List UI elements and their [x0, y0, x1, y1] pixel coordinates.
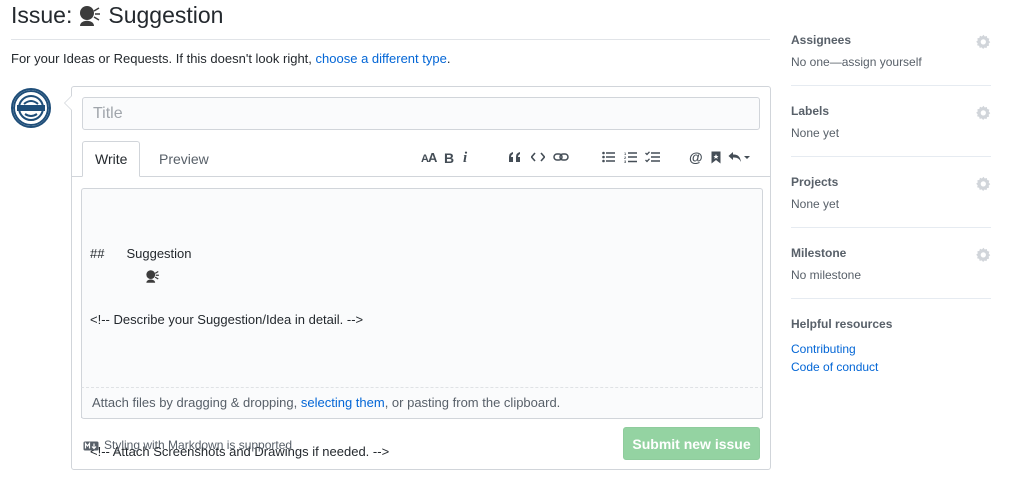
markdown-toolbar-insert [504, 146, 572, 168]
markdown-toolbar-text: AA B i [420, 146, 476, 168]
markdown-icon [83, 440, 99, 451]
svg-text:@: @ [689, 150, 703, 164]
speaking-head-emoji-icon [78, 4, 101, 28]
page-title: Issue: Suggestion [11, 2, 223, 29]
helpful-resources-heading: Helpful resources [791, 317, 893, 331]
issue-sidebar: Assignees No one—assign yourself Labels … [791, 30, 991, 406]
contributing-link[interactable]: Contributing [791, 340, 991, 358]
labels-value: None yet [791, 126, 840, 140]
reply-icon[interactable] [726, 146, 752, 168]
issue-title-input[interactable] [82, 97, 760, 130]
markdown-note-text: Styling with Markdown is supported [104, 438, 293, 452]
svg-text:A: A [428, 151, 438, 163]
attach-suffix: , or pasting from the clipboard. [384, 395, 561, 410]
avatar[interactable] [11, 88, 51, 128]
issue-body-textarea[interactable]: ## Suggestion <!-- Describe your Suggest… [81, 188, 763, 459]
markdown-toolbar-extras: @ [686, 146, 752, 168]
projects-gear-icon[interactable] [976, 176, 991, 191]
speaking-head-emoji-icon [108, 247, 159, 283]
bold-icon[interactable]: B [440, 146, 458, 168]
sidebar-projects: Projects None yet [791, 172, 991, 228]
issue-type-line: For your Ideas or Requests. If this does… [11, 51, 450, 66]
markdown-toolbar-lists: 123 [598, 146, 664, 168]
helpful-resources-links: Contributing Code of conduct [791, 340, 991, 376]
sidebar-milestone: Milestone No milestone [791, 243, 991, 299]
italic-icon[interactable]: i [458, 146, 476, 168]
title-divider [11, 39, 770, 40]
type-line-suffix: . [446, 51, 451, 66]
projects-heading: Projects [791, 175, 839, 189]
markdown-supported-note[interactable]: Styling with Markdown is supported [83, 438, 292, 452]
svg-text:3: 3 [624, 159, 627, 164]
link-icon[interactable] [550, 146, 572, 168]
quote-icon[interactable] [504, 146, 526, 168]
choose-different-type-link[interactable]: choose a different type [316, 51, 447, 66]
bullet-list-icon[interactable] [598, 146, 620, 168]
svg-text:i: i [463, 150, 468, 164]
milestone-value: No milestone [791, 268, 862, 282]
heading-text: Suggestion [126, 246, 192, 261]
projects-value: None yet [791, 197, 840, 211]
attach-files-bar[interactable]: Attach files by dragging & dropping, sel… [81, 387, 763, 419]
assignees-heading: Assignees [791, 33, 852, 47]
type-line-text: For your Ideas or Requests. If this does… [11, 51, 312, 66]
sidebar-helpful-resources: Helpful resources Contributing Code of c… [791, 314, 991, 391]
tab-write[interactable]: Write [82, 141, 141, 177]
tab-preview[interactable]: Preview [147, 141, 221, 177]
title-prefix: Issue: [11, 2, 73, 28]
labels-heading: Labels [791, 104, 830, 118]
milestone-gear-icon[interactable] [976, 247, 991, 262]
title-name: Suggestion [108, 2, 224, 28]
task-list-icon[interactable] [642, 146, 664, 168]
assignees-value[interactable]: No one—assign yourself [791, 55, 991, 70]
sidebar-labels: Labels None yet [791, 101, 991, 157]
numbered-list-icon[interactable]: 123 [620, 146, 642, 168]
selecting-them-link[interactable]: selecting them [301, 395, 385, 410]
saved-reply-icon[interactable] [706, 146, 726, 168]
labels-gear-icon[interactable] [976, 105, 991, 120]
editor-line-1: ## Suggestion [90, 243, 389, 283]
sidebar-assignees: Assignees No one—assign yourself [791, 30, 991, 86]
text-size-icon[interactable]: AA [420, 146, 440, 168]
code-of-conduct-link[interactable]: Code of conduct [791, 358, 991, 376]
heading-prefix: ## [90, 246, 105, 261]
milestone-heading: Milestone [791, 246, 847, 260]
code-icon[interactable] [526, 146, 550, 168]
attach-prefix: Attach files by dragging & dropping, [92, 395, 298, 410]
mention-icon[interactable]: @ [686, 146, 706, 168]
new-issue-form: Write Preview AA B i 123 [64, 86, 771, 470]
assignees-gear-icon[interactable] [976, 34, 991, 49]
submit-new-issue-button[interactable]: Submit new issue [623, 427, 760, 460]
tab-bar-divider [72, 176, 770, 177]
svg-text:B: B [444, 151, 454, 164]
editor-line-2: <!-- Describe your Suggestion/Idea in de… [90, 312, 364, 327]
